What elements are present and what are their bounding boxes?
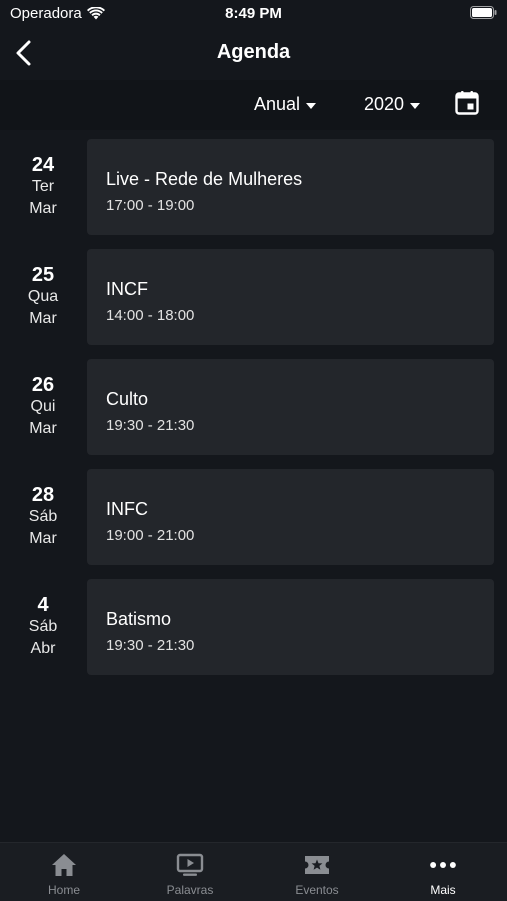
event-card[interactable]: INFC 19:00 - 21:00 — [87, 469, 494, 565]
tab-mais[interactable]: Mais — [380, 843, 506, 901]
event-row: 28 Sáb Mar INFC 19:00 - 21:00 — [0, 468, 507, 578]
event-row: 25 Qua Mar INCF 14:00 - 18:00 — [0, 248, 507, 358]
more-icon — [430, 862, 456, 868]
event-month: Mar — [29, 200, 57, 217]
filter-bar: Anual 2020 — [0, 80, 507, 130]
caret-down-icon — [410, 102, 421, 109]
status-time: 8:49 PM — [225, 5, 282, 22]
event-row: 26 Qui Mar Culto 19:30 - 21:30 — [0, 358, 507, 468]
period-dropdown[interactable]: Anual — [254, 94, 317, 115]
event-title: Culto — [106, 389, 149, 409]
event-date: 26 Qui Mar — [0, 374, 86, 440]
event-row: 4 Sáb Abr Batismo 19:30 - 21:30 — [0, 578, 507, 688]
event-card[interactable]: INCF 14:00 - 18:00 — [87, 249, 494, 345]
ticket-icon — [305, 856, 329, 874]
event-day: 4 — [37, 594, 49, 616]
event-day: 26 — [31, 374, 55, 396]
caret-down-icon — [306, 102, 317, 109]
status-bar: Operadora 8:49 PM — [0, 0, 507, 28]
tab-label: Palavras — [166, 883, 214, 897]
event-title: INFC — [106, 499, 148, 519]
event-card[interactable]: Live - Rede de Mulheres 17:00 - 19:00 — [87, 139, 494, 235]
video-icon — [176, 853, 204, 876]
event-month: Mar — [29, 420, 57, 437]
event-month: Mar — [29, 310, 57, 327]
tab-label: Mais — [430, 883, 456, 897]
event-weekday: Qua — [27, 288, 59, 305]
event-card[interactable]: Batismo 19:30 - 21:30 — [87, 579, 494, 675]
event-day: 28 — [31, 484, 55, 506]
event-card[interactable]: Culto 19:30 - 21:30 — [87, 359, 494, 455]
event-time: 14:00 - 18:00 — [106, 307, 195, 324]
event-time: 19:00 - 21:00 — [106, 527, 195, 544]
event-list: 24 Ter Mar Live - Rede de Mulheres 17:00… — [0, 138, 507, 688]
tab-bar: Home Palavras Eventos Mais — [0, 842, 507, 901]
navigation-bar: Agenda — [0, 28, 507, 78]
event-time: 19:30 - 21:30 — [106, 417, 195, 434]
event-title: Batismo — [106, 609, 172, 629]
period-dropdown-label: Anual — [254, 94, 301, 114]
event-weekday: Ter — [31, 178, 55, 195]
event-row: 24 Ter Mar Live - Rede de Mulheres 17:00… — [0, 138, 507, 248]
event-month: Abr — [30, 640, 56, 657]
event-date: 25 Qua Mar — [0, 264, 86, 330]
event-day: 25 — [31, 264, 55, 286]
event-day: 24 — [31, 154, 55, 176]
year-dropdown-label: 2020 — [364, 94, 405, 114]
battery-icon — [470, 6, 497, 19]
event-date: 4 Sáb Abr — [0, 594, 86, 660]
event-date: 28 Sáb Mar — [0, 484, 86, 550]
year-dropdown[interactable]: 2020 — [364, 94, 421, 115]
event-month: Mar — [29, 530, 57, 547]
tab-label: Eventos — [295, 883, 339, 897]
event-date: 24 Ter Mar — [0, 154, 86, 220]
tab-palavras[interactable]: Palavras — [127, 843, 253, 901]
calendar-button[interactable] — [454, 90, 480, 116]
event-weekday: Sáb — [28, 618, 58, 635]
tab-label: Home — [47, 883, 80, 897]
event-time: 19:30 - 21:30 — [106, 637, 195, 654]
event-title: INCF — [106, 279, 148, 299]
home-icon — [52, 854, 76, 876]
event-time: 17:00 - 19:00 — [106, 197, 195, 214]
calendar-icon — [455, 91, 479, 115]
page-title: Agenda — [216, 41, 291, 63]
tab-eventos[interactable]: Eventos — [254, 843, 380, 901]
event-weekday: Sáb — [28, 508, 58, 525]
event-weekday: Qui — [30, 398, 56, 415]
event-title: Live - Rede de Mulheres — [106, 169, 303, 189]
tab-home[interactable]: Home — [1, 843, 127, 901]
